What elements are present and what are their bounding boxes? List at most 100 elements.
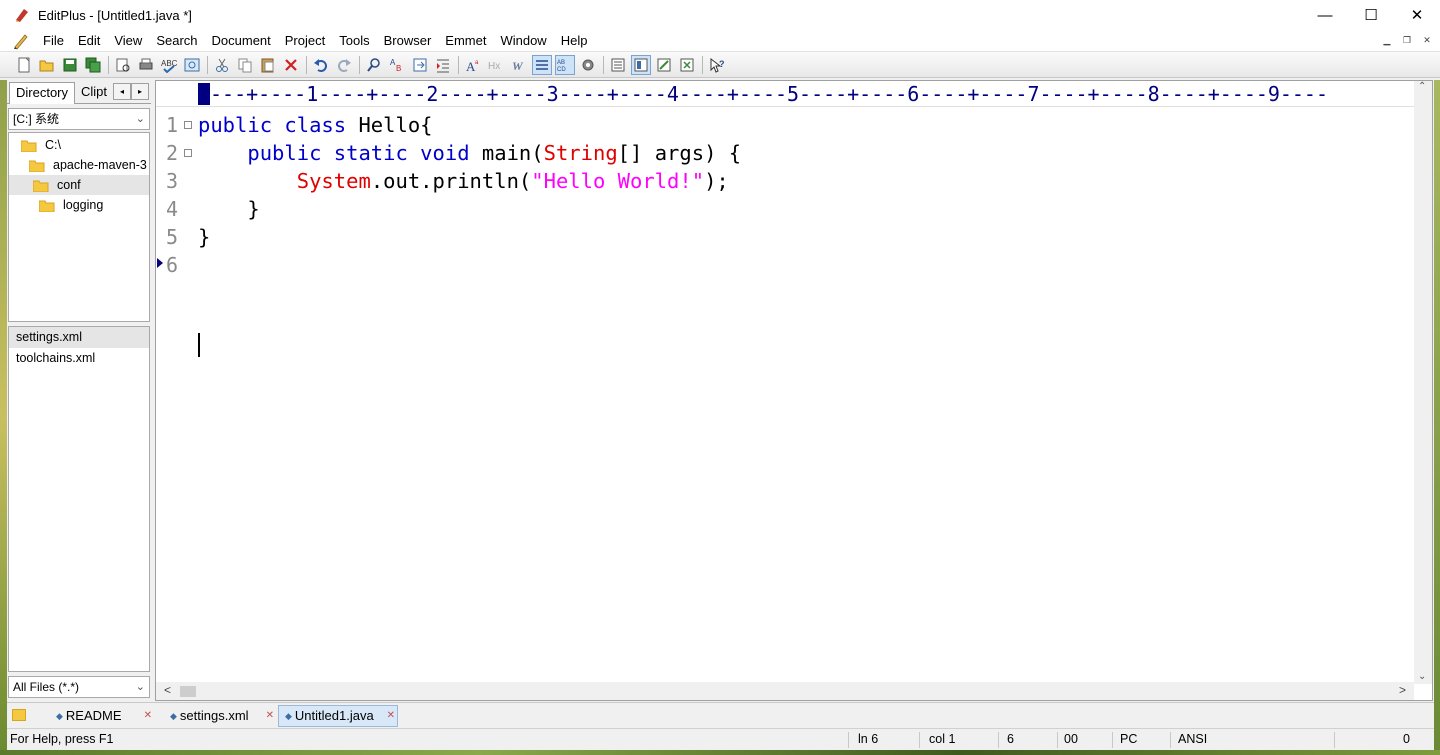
line-number: 3	[166, 169, 179, 193]
code-line[interactable]: public class Hello{	[198, 111, 433, 139]
tree-item-c-drive[interactable]: C:\	[21, 135, 149, 155]
view4-icon[interactable]	[677, 55, 697, 75]
paste-icon[interactable]	[258, 55, 278, 75]
view3-icon[interactable]	[654, 55, 674, 75]
tab-prev-button[interactable]: ◂	[113, 83, 131, 100]
scroll-right-arrow[interactable]: >	[1399, 683, 1406, 697]
replace-icon[interactable]: AB	[387, 55, 407, 75]
menu-tools[interactable]: Tools	[332, 31, 376, 51]
tab-close-icon[interactable]: ✕	[387, 705, 395, 727]
line-number: 1	[166, 113, 179, 137]
tab-close-icon[interactable]: ✕	[266, 705, 274, 727]
code-line[interactable]: }	[198, 223, 210, 251]
desktop-background	[0, 80, 7, 750]
title-bar: EditPlus - [Untitled1.java *] — ☐ ✕	[0, 0, 1440, 30]
menu-help[interactable]: Help	[554, 31, 595, 51]
scroll-up-arrow[interactable]: ⌃	[1418, 81, 1426, 92]
scroll-down-arrow[interactable]: ⌄	[1418, 671, 1426, 682]
menu-project[interactable]: Project	[278, 31, 332, 51]
drive-select[interactable]: [C:] 系统 ⌄	[8, 108, 150, 130]
fold-collapse-icon[interactable]	[184, 149, 192, 157]
code-line[interactable]: }	[198, 195, 259, 223]
indent-icon[interactable]	[433, 55, 453, 75]
menu-view[interactable]: View	[107, 31, 149, 51]
go-to-icon[interactable]	[410, 55, 430, 75]
save-all-icon[interactable]	[83, 55, 103, 75]
folder-open-icon	[21, 140, 37, 152]
cut-icon[interactable]	[212, 55, 232, 75]
code-line[interactable]: public static void main(String[] args) {	[198, 139, 741, 167]
find-icon[interactable]	[364, 55, 384, 75]
view1-icon[interactable]	[608, 55, 628, 75]
fold-collapse-icon[interactable]	[184, 121, 192, 129]
status-divider	[1334, 732, 1335, 748]
file-filter-select[interactable]: All Files (*.*) ⌄	[8, 676, 150, 698]
doc-tab-label: settings.xml	[179, 708, 249, 723]
window-title: EditPlus - [Untitled1.java *]	[38, 7, 192, 23]
status-divider	[998, 732, 999, 748]
code-token: "Hello World!"	[531, 169, 705, 193]
spell-check-icon[interactable]: ABC	[159, 55, 179, 75]
toolbar-separator	[207, 55, 208, 74]
save-icon[interactable]	[60, 55, 80, 75]
tab-cliptext[interactable]: Clipt	[75, 82, 117, 104]
undo-icon[interactable]	[311, 55, 331, 75]
status-divider	[848, 732, 849, 748]
maximize-button[interactable]: ☐	[1348, 0, 1394, 30]
tab-directory[interactable]: Directory	[9, 82, 76, 104]
doc-tab-settings[interactable]: ◆ settings.xml ✕	[170, 705, 274, 727]
view2-icon[interactable]	[631, 54, 651, 75]
tab-next-button[interactable]: ▸	[131, 83, 149, 100]
doc-tab-label: Untitled1.java	[294, 708, 374, 723]
menu-emmet[interactable]: Emmet	[438, 31, 493, 51]
file-list: settings.xml toolchains.xml	[8, 326, 150, 672]
code-token: System	[296, 169, 371, 193]
open-file-icon[interactable]	[37, 55, 57, 75]
line-number-icon[interactable]	[532, 54, 552, 75]
menu-window[interactable]: Window	[493, 31, 553, 51]
file-item-toolchains[interactable]: toolchains.xml	[9, 348, 149, 369]
help-icon[interactable]: ?	[707, 55, 727, 75]
editor-horizontal-scrollbar[interactable]: < >	[156, 682, 1414, 700]
settings-icon[interactable]	[578, 55, 598, 75]
word-wrap-icon[interactable]: W	[509, 55, 529, 75]
column-select-icon[interactable]: AB CD	[555, 54, 575, 75]
line-number: 2	[166, 141, 179, 165]
menu-search[interactable]: Search	[149, 31, 204, 51]
doc-tab-readme[interactable]: ◆ README ✕	[56, 705, 154, 727]
menu-edit[interactable]: Edit	[71, 31, 107, 51]
menu-browser[interactable]: Browser	[377, 31, 439, 51]
code-token: .out.println(	[370, 169, 532, 193]
tree-item-logging[interactable]: logging	[39, 195, 149, 215]
file-item-settings[interactable]: settings.xml	[9, 327, 149, 348]
code-editor[interactable]: ----+----1----+----2----+----3----+----4…	[155, 80, 1433, 701]
minimize-button[interactable]: —	[1302, 0, 1348, 30]
redo-icon[interactable]	[334, 55, 354, 75]
tab-close-icon[interactable]: ✕	[144, 705, 152, 727]
menu-file[interactable]: File	[36, 31, 71, 51]
font-icon[interactable]: Aa	[463, 55, 483, 75]
print-icon[interactable]	[136, 55, 156, 75]
hex-icon[interactable]: Hx	[486, 55, 506, 75]
copy-icon[interactable]	[235, 55, 255, 75]
menu-document[interactable]: Document	[205, 31, 278, 51]
mdi-restore-button[interactable]: ❐	[1400, 33, 1414, 47]
delete-icon[interactable]	[281, 55, 301, 75]
close-button[interactable]: ✕	[1394, 0, 1440, 30]
scroll-thumb[interactable]	[180, 686, 196, 697]
editor-vertical-scrollbar[interactable]: ⌃ ⌄	[1414, 81, 1432, 684]
scroll-left-arrow[interactable]: <	[164, 683, 171, 697]
folder-icon[interactable]	[12, 709, 26, 721]
mdi-close-button[interactable]: ✕	[1420, 33, 1434, 47]
browser-preview-icon[interactable]	[182, 55, 202, 75]
doc-tab-untitled1[interactable]: ◆ Untitled1.java ✕	[278, 705, 398, 727]
tree-item-conf[interactable]: conf	[9, 175, 149, 195]
svg-text:W: W	[512, 59, 524, 73]
status-bar: For Help, press F1 ln 6 col 1 6 00 PC AN…	[0, 728, 1440, 750]
desktop-background	[0, 750, 1440, 755]
print-preview-icon[interactable]	[113, 55, 133, 75]
new-file-icon[interactable]	[14, 55, 34, 75]
tree-item-apache-maven[interactable]: apache-maven-3	[29, 155, 149, 175]
code-line[interactable]: System.out.println("Hello World!");	[198, 167, 729, 195]
mdi-minimize-button[interactable]: ▁	[1380, 33, 1394, 47]
